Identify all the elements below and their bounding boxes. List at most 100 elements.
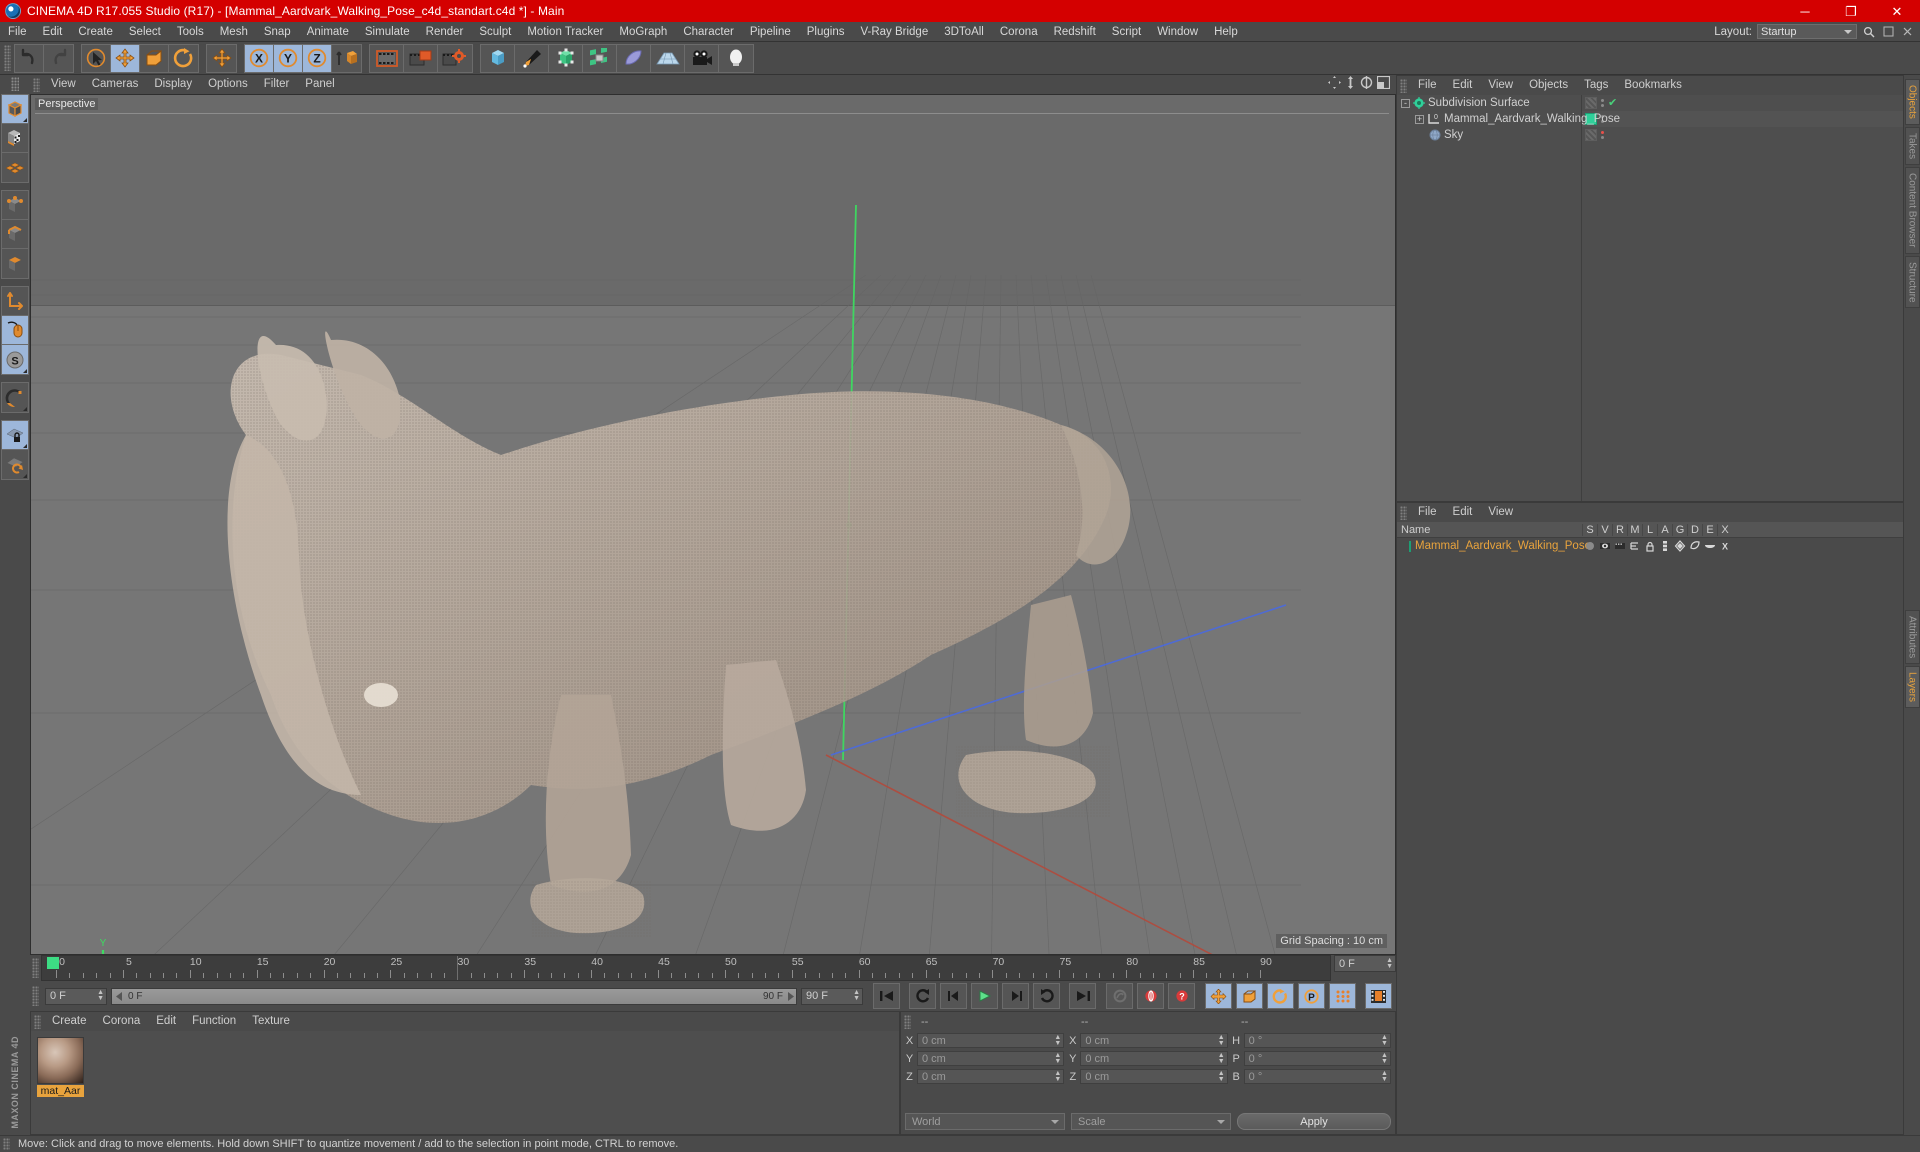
material-list[interactable]: mat_Aar [31,1031,899,1134]
spinner-icon[interactable]: ▲ ▼ [1218,1052,1225,1065]
timeline-view-button[interactable] [1365,983,1392,1009]
vertical-tab-attributes[interactable]: Attributes [1904,610,1920,665]
layout-select[interactable]: Startup [1757,24,1857,39]
position-x-input[interactable]: 0 cm ▲ ▼ [917,1033,1065,1048]
manager-icon[interactable] [1629,540,1641,552]
menu-pipeline[interactable]: Pipeline [742,22,799,42]
spinner-icon[interactable]: ▲ ▼ [1054,1034,1061,1047]
scrubber-left-handle[interactable]: 0 F [112,991,142,1002]
go-to-end-button[interactable] [1069,983,1096,1009]
menu-simulate[interactable]: Simulate [357,22,418,42]
minimize-button[interactable]: ─ [1782,0,1828,22]
object-tree[interactable]: - Subdivision Surface +0 Mammal_Aardvark_Wa… [1397,95,1903,501]
size-z-input[interactable]: 0 cm ▲ ▼ [1080,1069,1228,1084]
object-tree-item[interactable]: Sky [1397,127,1581,143]
add-floor-button[interactable] [651,44,685,72]
live-selection-button[interactable] [82,44,111,72]
window-close-small-icon[interactable] [1900,25,1914,39]
position-key-button[interactable] [1205,983,1232,1009]
spinner-icon[interactable]: ▲ ▼ [853,989,860,1002]
viewport-dolly-icon[interactable] [1345,75,1356,94]
material-chip[interactable]: mat_Aar [37,1037,84,1097]
layer-menu-file[interactable]: File [1410,503,1445,522]
layer-column-R[interactable]: R [1612,523,1627,536]
menu-plugins[interactable]: Plugins [799,22,853,42]
spinner-icon[interactable]: ▲ ▼ [97,989,104,1002]
toolbar-grip[interactable] [4,45,11,71]
menu-v-ray-bridge[interactable]: V-Ray Bridge [852,22,936,42]
range-start-field[interactable]: 0 F ▲ ▼ [45,987,107,1005]
menu-snap[interactable]: Snap [256,22,299,42]
menu-animate[interactable]: Animate [299,22,357,42]
layer-menu-view[interactable]: View [1480,503,1521,522]
points-mode-button[interactable] [2,191,28,220]
object-menu-file[interactable]: File [1410,76,1445,95]
render-settings-button[interactable] [438,44,472,72]
viewport-rotate-icon[interactable] [1360,75,1373,94]
layer-column-M[interactable]: M [1627,523,1642,536]
rotation-b-input[interactable]: 0 ° ▲ ▼ [1243,1069,1391,1084]
layer-column-V[interactable]: V [1597,523,1612,536]
vertical-tab-structure[interactable]: Structure [1904,255,1920,309]
menu-render[interactable]: Render [418,22,472,42]
rotate-button[interactable] [169,44,198,72]
editor-visibility-dot[interactable] [1601,131,1604,134]
layer-column-S[interactable]: S [1582,523,1597,536]
visibility-dots[interactable] [1601,99,1604,107]
menu-script[interactable]: Script [1104,22,1149,42]
solo-dot-icon[interactable] [1584,540,1596,552]
rotation-key-button[interactable] [1267,983,1294,1009]
position-z-input[interactable]: 0 cm ▲ ▼ [917,1069,1065,1084]
object-mode-button[interactable] [2,95,28,124]
material-menu-texture[interactable]: Texture [244,1012,298,1031]
object-tag-row[interactable]: ✔ [1582,95,1903,111]
spinner-icon[interactable]: ▲ ▼ [1218,1070,1225,1083]
animation-icon[interactable] [1659,540,1671,552]
render-visibility-dot[interactable] [1601,136,1604,139]
redo-button[interactable] [44,44,73,72]
material-menu-edit[interactable]: Edit [148,1012,184,1031]
object-tree-item[interactable]: - Subdivision Surface [1397,95,1581,111]
position-y-input[interactable]: 0 cm ▲ ▼ [917,1051,1065,1066]
snap-toggle-button[interactable]: S [2,345,28,374]
visible-eye-icon[interactable] [1599,540,1611,552]
vertical-tab-content-browser[interactable]: Content Browser [1904,167,1920,254]
timeline-scrubber[interactable]: 0 F 90 F [111,987,797,1005]
layer-color-swatch[interactable] [1409,540,1411,552]
object-tag-row[interactable] [1582,111,1903,127]
spinner-icon[interactable]: ▲ ▼ [1054,1052,1061,1065]
object-menu-edit[interactable]: Edit [1445,76,1481,95]
rotation-h-input[interactable]: 0 ° ▲ ▼ [1243,1033,1391,1048]
menu-corona[interactable]: Corona [992,22,1046,42]
texture-tag-icon[interactable] [1585,97,1597,109]
collapse-icon[interactable]: - [1401,98,1410,108]
viewport-solo-button[interactable] [2,316,28,345]
add-camera-button[interactable] [685,44,719,72]
menu-mograph[interactable]: MoGraph [611,22,675,42]
go-to-next-key-button[interactable] [1033,983,1060,1009]
object-tag-row[interactable] [1582,127,1903,143]
undo-button[interactable] [15,44,44,72]
menu-character[interactable]: Character [675,22,742,42]
keyframe-selection-button[interactable]: ? [1168,983,1195,1009]
go-to-previous-key-button[interactable] [909,983,936,1009]
layer-column-G[interactable]: G [1672,523,1687,536]
size-y-input[interactable]: 0 cm ▲ ▼ [1080,1051,1228,1066]
render-visibility-dot[interactable] [1601,104,1604,107]
scale-button[interactable] [140,44,169,72]
menu-file[interactable]: File [0,22,35,42]
add-deformer-button[interactable] [617,44,651,72]
z-axis-lock-button[interactable]: Z [303,44,332,72]
autokeying-button[interactable] [1137,983,1164,1009]
object-name-label[interactable]: Mammal_Aardvark_Walking_Pose [1444,113,1620,125]
current-frame-marker[interactable] [47,957,59,969]
viewport-menu-cameras[interactable]: Cameras [84,75,147,94]
range-end-field[interactable]: 90 F ▲ ▼ [801,987,863,1005]
expand-icon[interactable]: + [1415,114,1424,124]
workplane-lock-button[interactable] [2,421,28,450]
size-x-input[interactable]: 0 cm ▲ ▼ [1080,1033,1228,1048]
vertical-tab-objects[interactable]: Objects [1904,79,1920,125]
current-frame-field[interactable]: 0 F ▲ ▼ [1334,955,1396,972]
coordinates-grip[interactable] [904,1014,911,1029]
lock-icon[interactable] [1644,540,1656,552]
